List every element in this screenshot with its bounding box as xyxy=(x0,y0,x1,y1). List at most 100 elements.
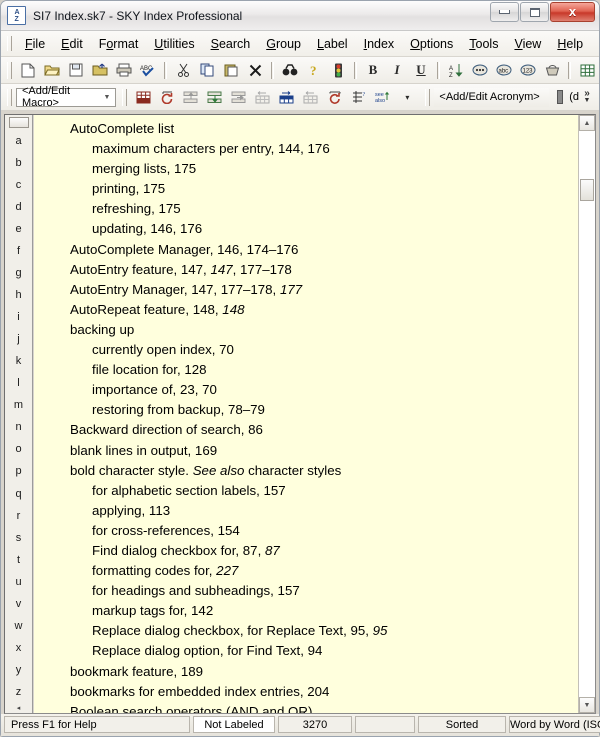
maximize-button[interactable] xyxy=(520,2,549,22)
index-entry[interactable]: updating, 146, 176 xyxy=(34,219,578,239)
grid-red-icon[interactable] xyxy=(132,87,154,108)
alphabet-letter-x[interactable]: x xyxy=(5,637,32,659)
alphabet-letter-s[interactable]: s xyxy=(5,527,32,549)
menu-group[interactable]: Group xyxy=(258,34,309,54)
index-entry[interactable]: for cross-references, 154 xyxy=(34,521,578,541)
scroll-up-button[interactable]: ▲ xyxy=(579,115,595,131)
index-entry[interactable]: AutoComplete Manager, 146, 174–176 xyxy=(34,240,578,260)
alphabet-letter-k[interactable]: k xyxy=(5,350,32,372)
alphabet-letter-i[interactable]: i xyxy=(5,306,32,328)
italic-icon[interactable]: I xyxy=(386,60,408,81)
minimize-button[interactable] xyxy=(490,2,519,22)
alphabet-letter-o[interactable]: o xyxy=(5,438,32,460)
entry-toolbar-grip[interactable] xyxy=(122,88,128,106)
index-entry[interactable]: AutoRepeat feature, 148, 148 xyxy=(34,300,578,320)
move-entry-icon[interactable] xyxy=(228,87,250,108)
menu-label[interactable]: Label xyxy=(309,34,356,54)
index-entry[interactable]: AutoComplete list xyxy=(34,119,578,139)
alphabet-letter-n[interactable]: n xyxy=(5,416,32,438)
insert-row-below-icon[interactable] xyxy=(300,87,322,108)
index-entry[interactable]: bold character style. See also character… xyxy=(34,461,578,481)
acronym-combo[interactable]: <Add/Edit Acronym> xyxy=(434,87,549,107)
alphabet-letter-w[interactable]: w xyxy=(5,615,32,637)
index-entry[interactable]: formatting codes for, 227 xyxy=(34,561,578,581)
save-icon[interactable] xyxy=(65,60,87,81)
secondary-toolbar-overflow-button[interactable]: » ▼ xyxy=(579,87,595,107)
alphabet-letter-j[interactable]: j xyxy=(5,328,32,350)
save-as-icon[interactable] xyxy=(89,60,111,81)
menu-drag-grip[interactable] xyxy=(7,36,12,51)
menu-search[interactable]: Search xyxy=(203,34,259,54)
scrollbar-track[interactable] xyxy=(579,131,595,697)
index-entry[interactable]: bookmarks for embedded index entries, 20… xyxy=(34,682,578,702)
alphabet-letter-g[interactable]: g xyxy=(5,262,32,284)
alphabet-letter-h[interactable]: h xyxy=(5,284,32,306)
index-entry[interactable]: markup tags for, 142 xyxy=(34,601,578,621)
index-entry[interactable]: Find dialog checkbox for, 87, 87 xyxy=(34,541,578,561)
index-entry[interactable]: Boolean search operators (AND and OR) xyxy=(34,702,578,713)
copy-icon[interactable] xyxy=(196,60,218,81)
see-also-icon[interactable]: see also xyxy=(372,87,394,108)
refresh-cycle-icon[interactable] xyxy=(156,87,178,108)
sort-az-icon[interactable]: AZ xyxy=(445,60,467,81)
menu-options[interactable]: Options xyxy=(402,34,461,54)
close-button[interactable]: x xyxy=(550,2,595,22)
index-entry[interactable]: AutoEntry Manager, 147, 177–178, 177 xyxy=(34,280,578,300)
cut-icon[interactable] xyxy=(172,60,194,81)
cross-reference-icon[interactable]: ? xyxy=(348,87,370,108)
menu-format[interactable]: Format xyxy=(91,34,147,54)
alphabet-letter-c[interactable]: c xyxy=(5,174,32,196)
paste-icon[interactable] xyxy=(220,60,242,81)
index-entry[interactable]: bookmark feature, 189 xyxy=(34,662,578,682)
traffic-light-icon[interactable] xyxy=(327,60,349,81)
alphabet-letter-a[interactable]: a xyxy=(5,130,32,152)
print-icon[interactable] xyxy=(113,60,135,81)
grid-table-icon[interactable] xyxy=(576,60,598,81)
macro-toolbar-grip[interactable] xyxy=(7,88,12,106)
macro-combo[interactable]: <Add/Edit Macro> ▼ xyxy=(16,85,117,109)
alphabet-letter-z[interactable]: z xyxy=(5,681,32,703)
see-also-dropdown[interactable]: ▾ xyxy=(396,87,418,108)
basket-icon[interactable] xyxy=(541,60,563,81)
scrollbar-thumb[interactable] xyxy=(580,179,594,201)
spell-check-icon[interactable]: ABC xyxy=(137,60,159,81)
vertical-scrollbar[interactable]: ▲ ▼ xyxy=(578,115,595,713)
new-icon[interactable] xyxy=(17,60,39,81)
index-entries-area[interactable]: AutoComplete list maximum characters per … xyxy=(33,115,578,713)
abc-oval-icon[interactable]: abc xyxy=(493,60,515,81)
menu-tools[interactable]: Tools xyxy=(461,34,506,54)
alphabet-top-button[interactable] xyxy=(8,117,29,128)
alphabet-letter-v[interactable]: v xyxy=(5,593,32,615)
index-entry[interactable]: AutoEntry feature, 147, 147, 177–178 xyxy=(34,260,578,280)
index-entry[interactable]: file location for, 128 xyxy=(34,360,578,380)
index-entry[interactable]: maximum characters per entry, 144, 176 xyxy=(34,139,578,159)
alphabet-bottom-marker[interactable]: ◂ xyxy=(17,703,21,713)
menu-file[interactable]: File xyxy=(17,34,53,54)
alphabet-letter-m[interactable]: m xyxy=(5,394,32,416)
demote-entry-icon[interactable] xyxy=(204,87,226,108)
index-entry[interactable]: restoring from backup, 78–79 xyxy=(34,400,578,420)
index-entry[interactable]: backing up xyxy=(34,320,578,340)
rotate-refresh-icon[interactable] xyxy=(324,87,346,108)
alphabet-letter-y[interactable]: y xyxy=(5,659,32,681)
toolbar-drag-grip[interactable] xyxy=(7,61,12,79)
alphabet-letter-l[interactable]: l xyxy=(5,372,32,394)
alphabet-letter-u[interactable]: u xyxy=(5,571,32,593)
alphabet-letter-p[interactable]: p xyxy=(5,460,32,482)
menu-edit[interactable]: Edit xyxy=(53,34,91,54)
index-entry[interactable]: blank lines in output, 169 xyxy=(34,441,578,461)
index-entry[interactable]: Backward direction of search, 86 xyxy=(34,420,578,440)
promote-entry-icon[interactable] xyxy=(180,87,202,108)
find-binoculars-icon[interactable] xyxy=(279,60,301,81)
index-entry[interactable]: for headings and subheadings, 157 xyxy=(34,581,578,601)
insert-row-icon[interactable] xyxy=(276,87,298,108)
menu-index[interactable]: Index xyxy=(356,34,403,54)
alphabet-letter-r[interactable]: r xyxy=(5,505,32,527)
acronym-toolbar-grip[interactable] xyxy=(425,88,431,106)
index-entry[interactable]: Replace dialog checkbox, for Replace Tex… xyxy=(34,621,578,641)
index-entry[interactable]: applying, 113 xyxy=(34,501,578,521)
alphabet-letter-b[interactable]: b xyxy=(5,152,32,174)
acronym-bar-icon[interactable] xyxy=(556,90,564,104)
alphabet-letter-f[interactable]: f xyxy=(5,240,32,262)
alphabet-letter-e[interactable]: e xyxy=(5,218,32,240)
